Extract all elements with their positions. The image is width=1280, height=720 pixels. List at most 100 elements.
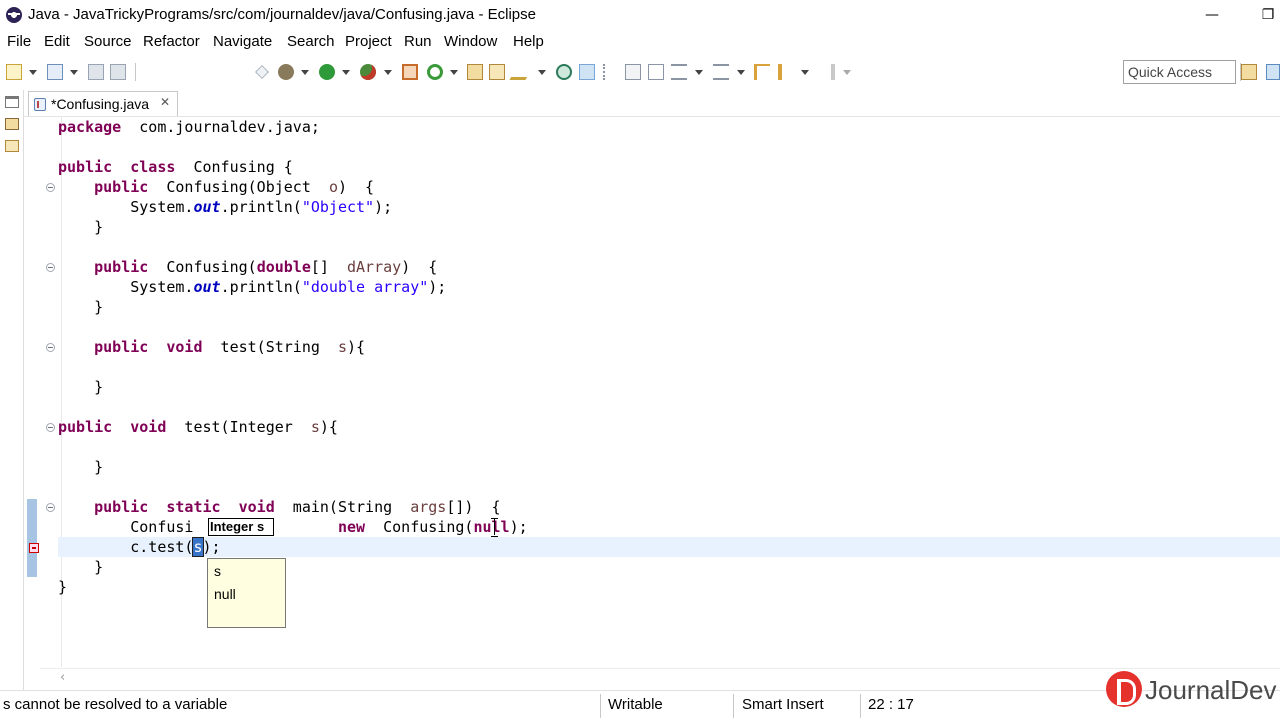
search-wand-icon[interactable] xyxy=(509,64,535,80)
open-dropdown-icon[interactable] xyxy=(70,70,78,75)
code-line[interactable]: } xyxy=(58,457,103,477)
code-token: ) { xyxy=(337,178,375,196)
menu-help[interactable]: Help xyxy=(513,33,544,50)
coverage-dropdown-icon[interactable] xyxy=(384,70,392,75)
new-java-project-icon[interactable] xyxy=(427,64,443,80)
code-line[interactable]: public Confusing(Object o) { xyxy=(58,177,374,197)
new-icon[interactable] xyxy=(6,64,22,80)
java-perspective-icon[interactable] xyxy=(1266,64,1280,80)
back-dropdown-icon[interactable] xyxy=(801,70,809,75)
code-token: } xyxy=(58,298,104,316)
menu-edit[interactable]: Edit xyxy=(44,33,70,50)
menu-project[interactable]: Project xyxy=(345,33,392,50)
code-token: public xyxy=(94,178,149,196)
navigator-icon[interactable] xyxy=(5,140,19,152)
close-icon[interactable]: ✕ xyxy=(160,95,170,109)
code-line[interactable]: public Confusing(double[] dArray) { xyxy=(58,257,437,277)
forward-icon[interactable] xyxy=(819,64,835,80)
open-type-icon[interactable] xyxy=(47,64,63,80)
code-token: Confusing( xyxy=(148,258,257,276)
code-token: ); xyxy=(202,538,221,556)
code-token: ); xyxy=(428,278,447,296)
proposal-item[interactable]: s xyxy=(214,563,221,579)
mark-occurrences-icon[interactable] xyxy=(579,64,595,80)
minimize-button[interactable]: — xyxy=(1192,2,1232,28)
code-token: "Object" xyxy=(301,198,375,216)
pilcrow-icon[interactable] xyxy=(648,64,664,80)
external-tools-icon[interactable] xyxy=(402,64,418,80)
code-token: } xyxy=(58,218,104,236)
fold-collapse-icon[interactable] xyxy=(46,343,55,352)
restore-view-icon[interactable] xyxy=(5,96,19,108)
fold-collapse-icon[interactable] xyxy=(46,423,55,432)
code-line[interactable]: } xyxy=(58,577,67,597)
code-line[interactable]: Confusi new Confusing(null); xyxy=(58,517,527,537)
code-token: ) { xyxy=(401,258,438,276)
search-dropdown-icon[interactable] xyxy=(538,70,546,75)
scroll-left-icon[interactable]: ‹ xyxy=(60,670,65,685)
previous-annotation-dropdown-icon[interactable] xyxy=(737,70,745,75)
save-all-icon[interactable] xyxy=(110,64,126,80)
code-line[interactable]: System.out.println("Object"); xyxy=(58,197,392,217)
run-icon[interactable] xyxy=(319,64,335,80)
proposal-item[interactable]: null xyxy=(214,586,236,602)
menu-run[interactable]: Run xyxy=(404,33,432,50)
horizontal-scrollbar[interactable]: ‹ xyxy=(40,668,1280,688)
run-dropdown-icon[interactable] xyxy=(342,70,350,75)
save-icon[interactable] xyxy=(88,64,104,80)
quick-access-field[interactable]: Quick Access xyxy=(1123,60,1236,84)
status-cursor-position: 22 : 17 xyxy=(868,696,914,713)
fold-collapse-icon[interactable] xyxy=(46,183,55,192)
package-explorer-icon[interactable] xyxy=(5,118,19,130)
code-line[interactable]: } xyxy=(58,557,103,577)
skip-breakpoints-icon[interactable] xyxy=(255,65,269,79)
menu-window[interactable]: Window xyxy=(444,33,497,50)
code-token: public xyxy=(94,338,149,356)
forward-dropdown-icon[interactable] xyxy=(843,70,851,75)
toggle-block-icon[interactable] xyxy=(603,64,619,80)
new-java-dropdown-icon[interactable] xyxy=(450,70,458,75)
code-token: ){ xyxy=(319,418,338,436)
code-line[interactable]: } xyxy=(58,377,103,397)
eclipse-app-icon xyxy=(6,7,22,23)
maximize-button[interactable]: ❐ xyxy=(1248,2,1280,28)
code-line[interactable]: System.out.println("double array"); xyxy=(58,277,446,297)
menu-source[interactable]: Source xyxy=(84,33,132,50)
error-icon[interactable] xyxy=(29,543,39,553)
new-package-icon[interactable] xyxy=(467,64,483,80)
editor-tab-bar: *Confusing.java ✕ xyxy=(24,90,1280,116)
code-line[interactable]: public class Confusing { xyxy=(58,157,293,177)
show-whitespace-icon[interactable] xyxy=(625,64,641,80)
open-task-icon[interactable] xyxy=(556,64,572,80)
tab-confusing-java[interactable]: *Confusing.java ✕ xyxy=(28,91,178,116)
menu-search[interactable]: Search xyxy=(287,33,335,50)
code-token: com.journaldev.java; xyxy=(121,118,320,136)
code-token: void xyxy=(238,498,275,516)
code-line[interactable]: package com.journaldev.java; xyxy=(58,117,320,137)
menu-navigate[interactable]: Navigate xyxy=(213,33,272,50)
fold-collapse-icon[interactable] xyxy=(46,263,55,272)
fold-collapse-icon[interactable] xyxy=(46,503,55,512)
menu-bar: File Edit Source Refactor Navigate Searc… xyxy=(0,30,1280,54)
code-line[interactable]: c.test(s); xyxy=(58,537,221,557)
last-edit-location-icon[interactable] xyxy=(754,64,770,80)
code-line[interactable]: } xyxy=(58,217,103,237)
code-line[interactable]: public void test(String s){ xyxy=(58,337,365,357)
code-token: .println( xyxy=(220,278,302,296)
code-line[interactable]: } xyxy=(58,297,103,317)
menu-file[interactable]: File xyxy=(7,33,31,50)
next-annotation-dropdown-icon[interactable] xyxy=(695,70,703,75)
debug-dropdown-icon[interactable] xyxy=(301,70,309,75)
previous-annotation-icon[interactable] xyxy=(713,64,729,80)
menu-refactor[interactable]: Refactor xyxy=(143,33,200,50)
open-perspective-icon[interactable] xyxy=(1241,64,1257,80)
open-folder-icon[interactable] xyxy=(489,64,505,80)
next-annotation-icon[interactable] xyxy=(671,64,687,80)
code-line[interactable]: public static void main(String args[]) { xyxy=(58,497,500,517)
new-dropdown-icon[interactable] xyxy=(29,70,37,75)
code-line[interactable]: public void test(Integer s){ xyxy=(58,417,338,437)
back-icon[interactable] xyxy=(778,64,794,80)
debug-icon[interactable] xyxy=(278,64,294,80)
coverage-icon[interactable] xyxy=(360,64,376,80)
